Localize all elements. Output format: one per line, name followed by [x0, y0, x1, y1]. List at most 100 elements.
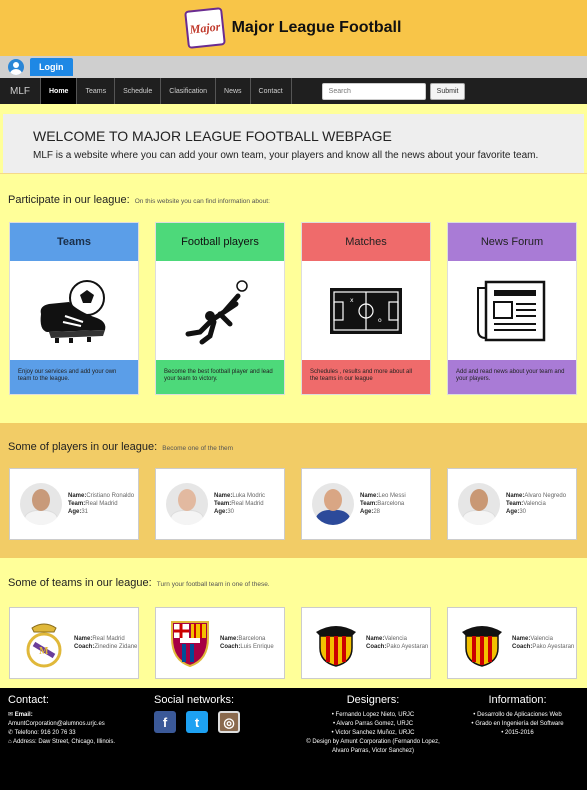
login-bar: Login [0, 56, 587, 78]
nav-brand[interactable]: MLF [4, 86, 36, 97]
name-label: Name: [68, 493, 87, 499]
nav-item-clasification[interactable]: Clasification [160, 78, 215, 104]
name-label: Name: [366, 636, 385, 642]
team-card[interactable]: Name:Valencia Coach:Pako Ayestaran [447, 607, 577, 679]
team-info: Name:Real Madrid Coach:Zinedine Zidane [74, 635, 137, 651]
login-button[interactable]: Login [30, 58, 73, 76]
contact-phone: Telefono: 916 20 76 33 [14, 730, 76, 736]
participate-section: Participate in our league: On this websi… [0, 173, 587, 423]
footer-information-title: Information: [488, 694, 547, 706]
player-info: Name:Luka Modric Team:Real Madrid Age:30 [214, 492, 265, 516]
team-name: Real Madrid [92, 636, 125, 642]
player-card[interactable]: Name:Cristiano Ronaldo Team:Real Madrid … [9, 468, 139, 540]
svg-text:o: o [378, 317, 382, 324]
nav-item-schedule[interactable]: Schedule [114, 78, 160, 104]
player-name: Luka Modric [232, 493, 266, 499]
phone-icon: ✆ [8, 730, 15, 736]
team-card[interactable]: Name:Valencia Coach:Pako Ayestaran [301, 607, 431, 679]
info-item: 2015-2016 [448, 729, 587, 738]
team-info: Name:Valencia Coach:Pako Ayestaran [512, 635, 574, 651]
player-avatar [20, 483, 62, 525]
twitter-icon[interactable]: t [186, 711, 208, 733]
age-label: Age: [68, 509, 82, 515]
svg-text:M: M [39, 646, 49, 657]
coach-label: Coach: [74, 644, 95, 650]
real-madrid-crest-icon: M [26, 623, 62, 668]
feature-card-title: News Forum [448, 223, 576, 261]
coach-label: Coach: [366, 644, 387, 650]
teams-title: Some of teams in our league: [8, 577, 152, 589]
nav-item-home[interactable]: Home [40, 78, 77, 104]
feature-card-title: Matches [302, 223, 430, 261]
player-info: Name:Alvaro Negredo Team:Valencia Age:30 [506, 492, 566, 516]
player-info: Name:Cristiano Ronaldo Team:Real Madrid … [68, 492, 134, 516]
feature-card-matches[interactable]: Matches x o Schedules , results and more… [301, 222, 431, 395]
feature-card-title: Teams [10, 223, 138, 261]
name-label: Name: [506, 493, 525, 499]
player-age: 30 [227, 509, 235, 515]
feature-card-players[interactable]: Football players Become the best footbal… [155, 222, 285, 395]
player-info: Name:Leo Messi Team:Barcelona Age:28 [360, 492, 406, 516]
tactics-board-icon: x o [330, 287, 402, 334]
player-team: Real Madrid [231, 501, 264, 507]
contact-email[interactable]: AmuntCorporation@alumnos.urjc.es [8, 720, 140, 729]
team-card[interactable]: M Name:Real Madrid Coach:Zinedine Zidane [9, 607, 139, 679]
team-card[interactable]: Name:Barcelona Coach:Luis Enrique [155, 607, 285, 679]
feature-card-text: Schedules , results and more about all t… [302, 360, 430, 394]
valencia-crest-icon [462, 626, 502, 667]
instagram-icon[interactable]: ◎ [218, 711, 240, 733]
name-label: Name: [214, 493, 233, 499]
team-label: Team: [68, 501, 86, 507]
participate-subtitle: On this website you can find information… [134, 198, 270, 205]
player-card[interactable]: Name:Alvaro Negredo Team:Valencia Age:30 [447, 468, 577, 540]
footer-designers-title: Designers: [346, 694, 400, 706]
footer-contact-title: Contact: [8, 694, 49, 706]
player-avatar [166, 483, 208, 525]
name-label: Name: [220, 636, 239, 642]
football-boot-icon [40, 279, 106, 343]
submit-button[interactable]: Submit [429, 82, 466, 100]
team-name: Valencia [384, 636, 407, 642]
age-label: Age: [214, 509, 228, 515]
bicycle-kick-icon [185, 279, 248, 344]
nav-item-contact[interactable]: Contact [249, 78, 292, 104]
nav-item-news[interactable]: News [215, 78, 250, 104]
footer-social: Social networks: f t ◎ [140, 688, 300, 790]
player-card[interactable]: Name:Leo Messi Team:Barcelona Age:28 [301, 468, 431, 540]
team-label: Team: [214, 501, 232, 507]
footer-information: Information: Desarrollo de Aplicaciones … [440, 688, 587, 790]
teams-heading: Some of teams in our league: Turn your f… [0, 577, 587, 589]
info-item: Grado en Ingeniería del Software [448, 720, 587, 729]
barcelona-crest-icon [171, 621, 209, 668]
svg-text:x: x [350, 297, 354, 304]
player-card[interactable]: Name:Luka Modric Team:Real Madrid Age:30 [155, 468, 285, 540]
player-team: Valencia [523, 501, 546, 507]
participate-title: Participate in our league: [8, 194, 130, 206]
contact-address: Address: Daw Street, Chicago, Illinois. [12, 739, 116, 745]
players-heading: Some of players in our league: Become on… [0, 441, 587, 453]
feature-card-title: Football players [156, 223, 284, 261]
team-coach: Pako Ayestaran [532, 644, 575, 650]
design-credit: © Design by Amunt Corporation (Fernando … [306, 739, 440, 754]
players-title: Some of players in our league: [8, 441, 158, 453]
facebook-icon[interactable]: f [154, 711, 176, 733]
user-icon[interactable] [8, 59, 24, 75]
nav-item-teams[interactable]: Teams [76, 78, 114, 104]
team-info: Name:Valencia Coach:Pako Ayestaran [366, 635, 428, 651]
site-footer: Contact: ✉ Email: AmuntCorporation@alumn… [0, 688, 587, 790]
newspaper-icon [477, 280, 546, 341]
team-name: Valencia [530, 636, 553, 642]
welcome-text: MLF is a website where you can add your … [33, 150, 539, 161]
team-coach: Zinedine Zidane [94, 644, 138, 650]
participate-heading: Participate in our league: On this websi… [0, 194, 587, 206]
designer-item: Alvaro Parras Gomez, URJC [306, 720, 440, 729]
info-item: Desarrollo de Aplicaciones Web [448, 711, 587, 720]
feature-card-teams[interactable]: Teams Enjoy our services and add your ow… [9, 222, 139, 395]
search-input[interactable] [321, 82, 426, 100]
team-info: Name:Barcelona Coach:Luis Enrique [220, 635, 274, 651]
team-name: Barcelona [238, 636, 266, 642]
logo[interactable]: Major Major League Football [183, 7, 401, 49]
feature-card-text: Enjoy our services and add your own team… [10, 360, 138, 394]
footer-designers: Designers: Fernando Lopez Nieto, URJC Al… [300, 688, 440, 790]
feature-card-news[interactable]: News Forum Add and read news about your … [447, 222, 577, 395]
